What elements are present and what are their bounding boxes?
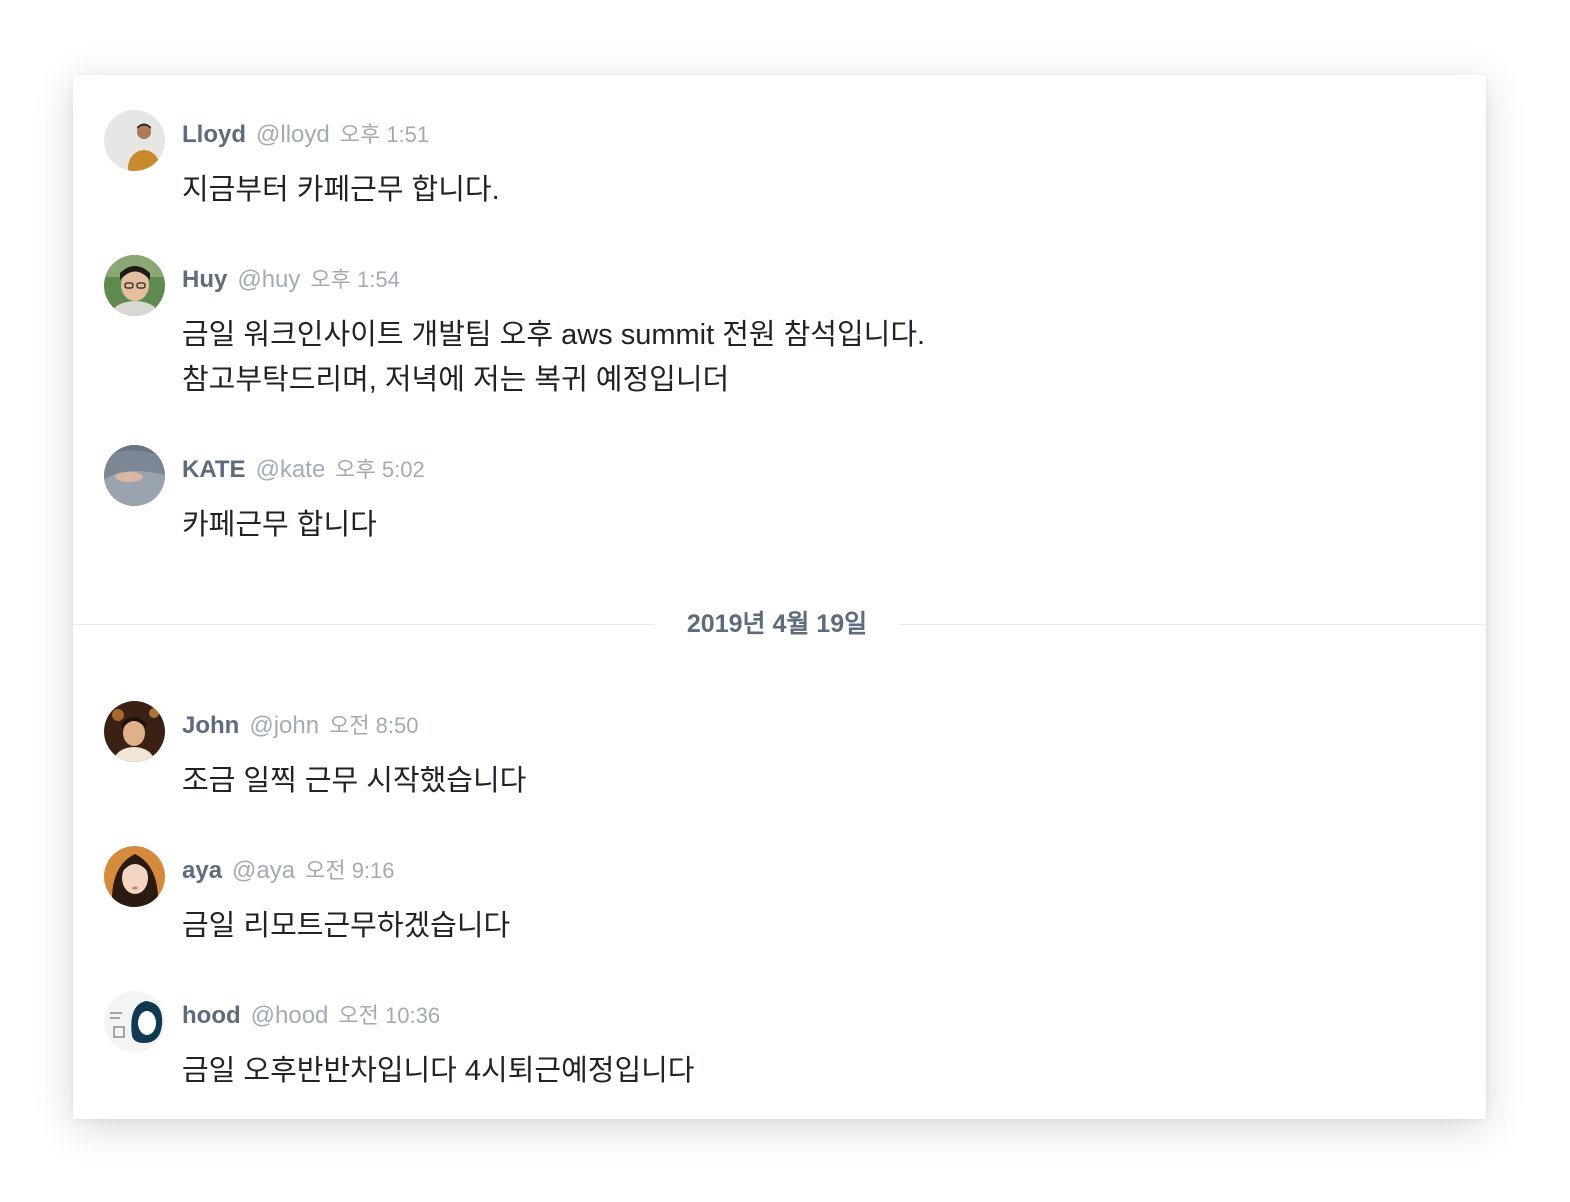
message-text: 지금부터 카페근무 합니다. [182, 174, 500, 206]
message-header: John @john 오전 8:50 [182, 711, 419, 741]
message-text: 금일 워크인사이트 개발팀 오후 aws summit 전원 참석입니다. 참고… [182, 319, 926, 396]
author-name[interactable]: hood [182, 1002, 241, 1029]
author-handle[interactable]: @hood [251, 1002, 329, 1029]
message-timestamp: 오후 1:54 [310, 267, 400, 292]
message-header: Lloyd @lloyd 오후 1:51 [182, 120, 429, 150]
avatar[interactable] [104, 255, 165, 316]
avatar[interactable] [104, 110, 165, 171]
message-timestamp: 오전 8:50 [329, 713, 419, 738]
author-name[interactable]: John [182, 712, 239, 739]
avatar[interactable] [104, 445, 165, 506]
message-text: 카페근무 합니다 [182, 509, 377, 541]
message-timestamp: 오전 10:36 [338, 1003, 441, 1028]
author-name[interactable]: Huy [182, 266, 227, 293]
message-text: 금일 리모트근무하겠습니다 [182, 910, 511, 942]
author-name[interactable]: aya [182, 857, 222, 884]
message-header: Huy @huy 오후 1:54 [182, 265, 400, 295]
avatar[interactable] [104, 846, 165, 907]
message-text: 금일 오후반반차입니다 4시퇴근예정입니다 [182, 1055, 695, 1087]
author-handle[interactable]: @kate [256, 456, 326, 483]
author-handle[interactable]: @aya [232, 857, 295, 884]
date-divider-label: 2019년 4월 19일 [655, 607, 899, 641]
author-name[interactable]: KATE [182, 456, 246, 483]
message-text: 조금 일찍 근무 시작했습니다 [182, 765, 527, 797]
message-header: hood @hood 오전 10:36 [182, 1001, 440, 1031]
message-timestamp: 오후 5:02 [335, 457, 425, 482]
message-feed: Lloyd @lloyd 오후 1:51 지금부터 카페근무 합니다. Huy @hu… [73, 75, 1486, 1119]
message-header: aya @aya 오전 9:16 [182, 856, 395, 886]
author-handle[interactable]: @huy [237, 266, 300, 293]
avatar[interactable] [104, 991, 165, 1052]
message-header: KATE @kate 오후 5:02 [182, 455, 425, 485]
author-handle[interactable]: @lloyd [256, 121, 330, 148]
author-name[interactable]: Lloyd [182, 121, 246, 148]
message-timestamp: 오전 9:16 [305, 858, 395, 883]
message-timestamp: 오후 1:51 [339, 122, 430, 147]
avatar[interactable] [104, 701, 165, 762]
author-handle[interactable]: @john [249, 712, 319, 739]
